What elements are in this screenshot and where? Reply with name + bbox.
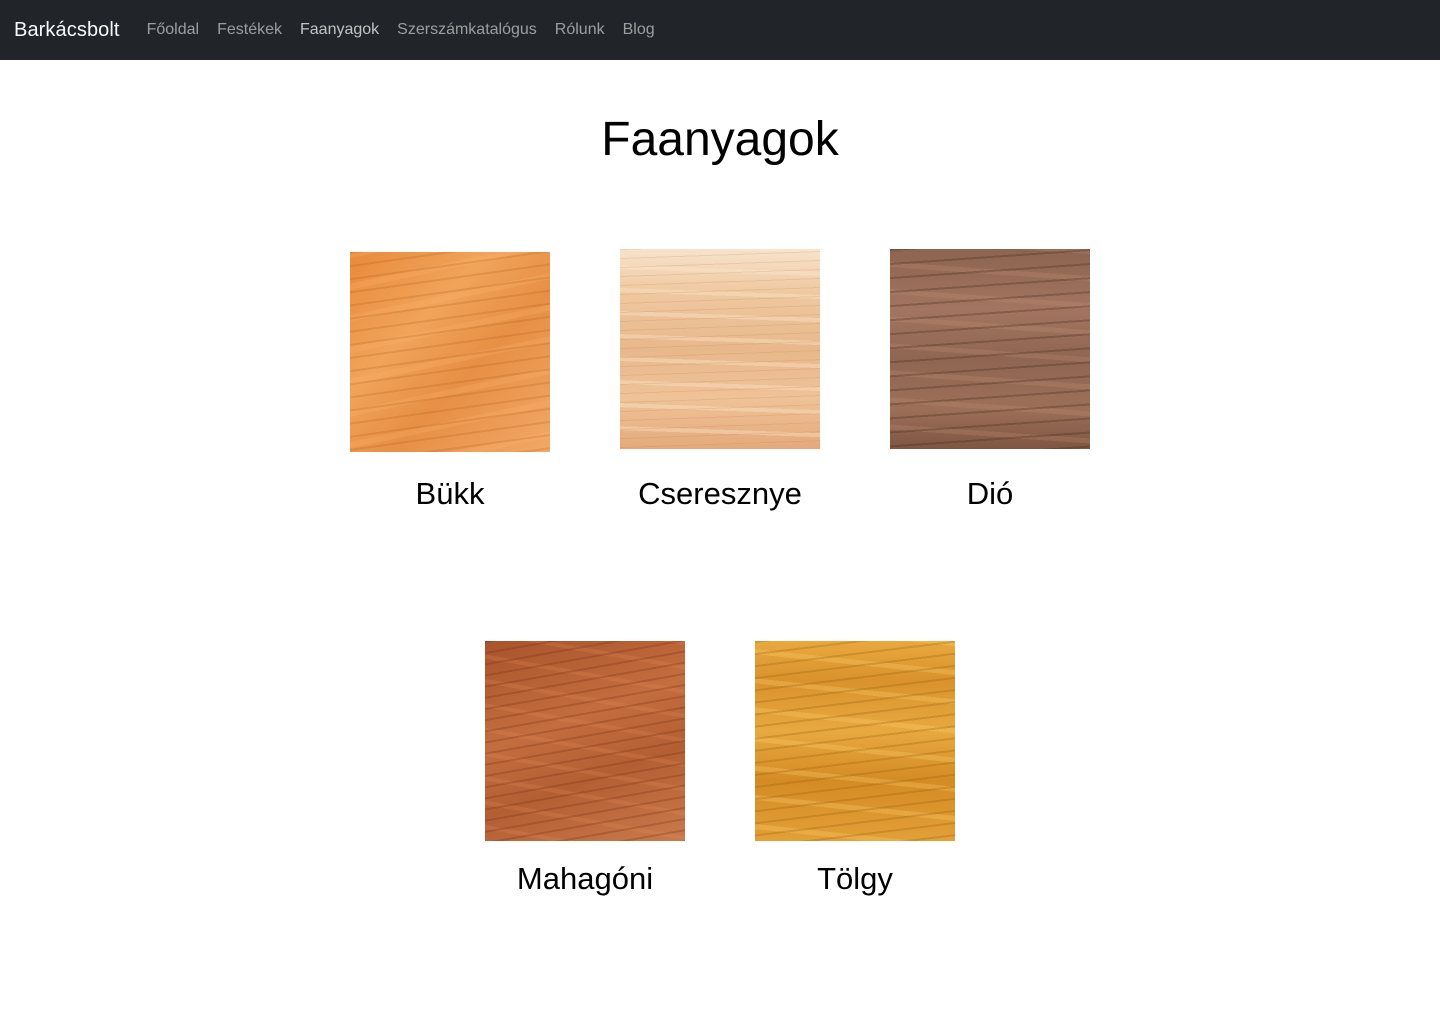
oak-wood-image[interactable] (755, 641, 955, 841)
brand-link[interactable]: Barkácsbolt (14, 19, 120, 42)
wood-card-mahogany[interactable]: Mahagóni (485, 641, 685, 896)
wood-card-cherry[interactable]: Cseresznye (620, 249, 820, 511)
nav-link-woods[interactable]: Faanyagok (300, 21, 379, 39)
nav-link-paints[interactable]: Festékek (217, 21, 282, 39)
walnut-wood-image[interactable] (890, 249, 1090, 449)
wood-card-label: Tölgy (817, 861, 893, 896)
nav-link-tool-catalog[interactable]: Szerszámkatalógus (397, 21, 537, 39)
wood-card-label: Bükk (415, 476, 485, 511)
cherry-wood-image[interactable] (620, 249, 820, 449)
top-navbar: Barkácsbolt Főoldal Festékek Faanyagok S… (0, 0, 1440, 60)
wood-card-label: Cseresznye (638, 476, 802, 511)
wood-card-label: Mahagóni (516, 861, 654, 896)
nav-links: Főoldal Festékek Faanyagok Szerszámkatal… (147, 21, 673, 39)
nav-link-blog[interactable]: Blog (623, 21, 655, 39)
nav-link-home[interactable]: Főoldal (147, 21, 199, 39)
wood-card-beech[interactable]: Bükk (350, 252, 550, 511)
page-title: Faanyagok (601, 113, 839, 166)
beech-wood-image[interactable] (350, 252, 550, 452)
wood-card-oak[interactable]: Tölgy (755, 641, 955, 896)
wood-card-label: Dió (966, 476, 1014, 511)
mahogany-wood-image[interactable] (485, 641, 685, 841)
wood-card-walnut[interactable]: Dió (890, 249, 1090, 511)
nav-link-about[interactable]: Rólunk (555, 21, 605, 39)
